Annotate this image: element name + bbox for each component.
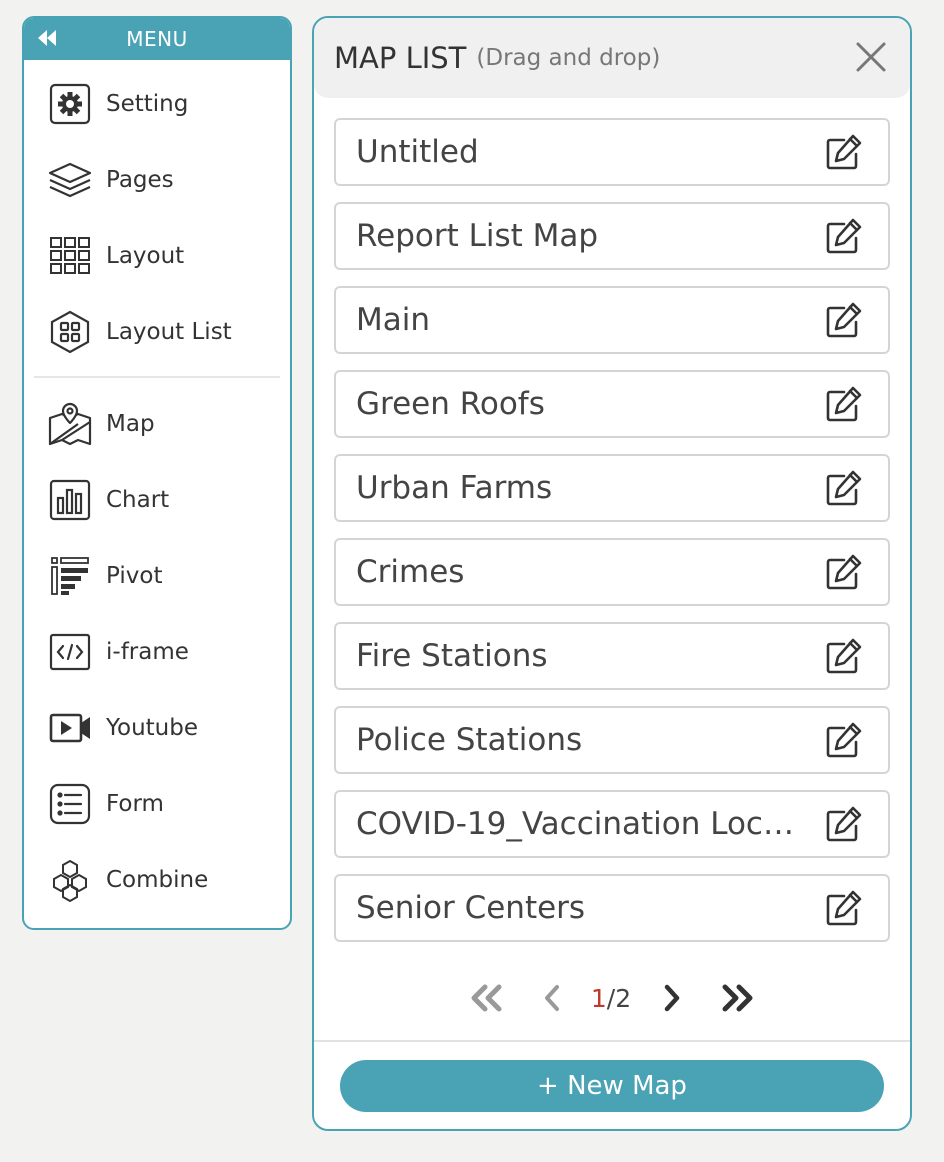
edit-icon[interactable] <box>824 300 864 340</box>
map-name: Fire Stations <box>356 638 548 674</box>
map-list-item[interactable]: Untitled <box>334 118 890 186</box>
menu-item-label: Pages <box>106 167 174 193</box>
map-list-subtitle: (Drag and drop) <box>476 45 661 71</box>
first-page-icon[interactable] <box>467 983 505 1013</box>
new-map-button[interactable]: + New Map <box>340 1060 884 1112</box>
grid-icon <box>48 234 92 278</box>
gear-icon <box>48 82 92 126</box>
prev-page-icon[interactable] <box>541 983 563 1013</box>
page-separator: / <box>606 983 616 1013</box>
map-list-item[interactable]: Urban Farms <box>334 454 890 522</box>
edit-icon[interactable] <box>824 804 864 844</box>
map-name: Senior Centers <box>356 890 586 926</box>
map-list-item[interactable]: Main <box>334 286 890 354</box>
double-chevron-left-icon[interactable] <box>36 28 58 48</box>
last-page-icon[interactable] <box>719 983 757 1013</box>
menu-item-label: i-frame <box>106 639 189 665</box>
bar-chart-icon <box>48 478 92 522</box>
menu-item-label: Layout <box>106 243 185 269</box>
map-list-header: MAP LIST (Drag and drop) <box>314 18 910 98</box>
layers-icon <box>48 158 92 202</box>
menu-item-label: Map <box>106 411 155 437</box>
map-name: Untitled <box>356 134 479 170</box>
hexagons-icon <box>48 858 92 902</box>
map-pin-icon <box>48 402 92 446</box>
map-list-panel: MAP LIST (Drag and drop) Untitled Report … <box>312 16 912 1131</box>
menu-divider <box>34 376 280 378</box>
map-list-item[interactable]: Senior Centers <box>334 874 890 942</box>
video-camera-icon <box>48 706 92 750</box>
edit-icon[interactable] <box>824 384 864 424</box>
map-list-items: Untitled Report List Map Main Green Roofs Ur… <box>314 98 910 942</box>
map-name: Main <box>356 302 431 338</box>
menu-item-layout[interactable]: Layout <box>24 218 290 294</box>
pagination: 1/2 <box>314 976 910 1020</box>
menu-item-chart[interactable]: Chart <box>24 462 290 538</box>
map-list-item[interactable]: Report List Map <box>334 202 890 270</box>
map-name: Police Stations <box>356 722 583 758</box>
edit-icon[interactable] <box>824 468 864 508</box>
close-icon[interactable] <box>854 40 888 74</box>
menu-item-combine[interactable]: Combine <box>24 842 290 918</box>
current-page: 1 <box>590 983 607 1013</box>
menu-item-label: Setting <box>106 91 189 117</box>
hexagon-grid-icon <box>48 310 92 354</box>
next-page-icon[interactable] <box>661 983 683 1013</box>
menu-item-youtube[interactable]: Youtube <box>24 690 290 766</box>
map-list-title: MAP LIST <box>334 41 467 75</box>
edit-icon[interactable] <box>824 636 864 676</box>
menu-title: MENU <box>126 27 188 51</box>
menu-item-label: Pivot <box>106 563 163 589</box>
menu-item-label: Chart <box>106 487 170 513</box>
edit-icon[interactable] <box>824 552 864 592</box>
map-list-item[interactable]: Green Roofs <box>334 370 890 438</box>
menu-list: Setting Pages Layout Layout List Map Cha… <box>24 60 290 918</box>
menu-item-pages[interactable]: Pages <box>24 142 290 218</box>
pivot-list-icon <box>48 554 92 598</box>
map-name: Crimes <box>356 554 465 590</box>
edit-icon[interactable] <box>824 132 864 172</box>
map-name: Report List Map <box>356 218 599 254</box>
menu-item-form[interactable]: Form <box>24 766 290 842</box>
menu-item-pivot[interactable]: Pivot <box>24 538 290 614</box>
total-pages: 2 <box>615 983 632 1013</box>
menu-item-map[interactable]: Map <box>24 386 290 462</box>
edit-icon[interactable] <box>824 888 864 928</box>
menu-item-label: Layout List <box>106 319 232 345</box>
menu-header: MENU <box>24 18 290 60</box>
menu-item-label: Form <box>106 791 164 817</box>
map-list-item[interactable]: Police Stations <box>334 706 890 774</box>
map-name: COVID-19_Vaccination Locations <box>356 806 824 842</box>
map-name: Green Roofs <box>356 386 545 422</box>
edit-icon[interactable] <box>824 720 864 760</box>
page-indicator: 1/2 <box>591 984 631 1013</box>
map-name: Urban Farms <box>356 470 553 506</box>
footer-divider <box>314 1040 910 1042</box>
edit-icon[interactable] <box>824 216 864 256</box>
map-list-item[interactable]: Crimes <box>334 538 890 606</box>
code-icon <box>48 630 92 674</box>
map-list-item[interactable]: COVID-19_Vaccination Locations <box>334 790 890 858</box>
map-list-item[interactable]: Fire Stations <box>334 622 890 690</box>
menu-item-label: Youtube <box>106 715 198 741</box>
form-list-icon <box>48 782 92 826</box>
menu-item-iframe[interactable]: i-frame <box>24 614 290 690</box>
menu-panel: MENU Setting Pages Layout Layout List Ma… <box>22 16 292 930</box>
menu-item-label: Combine <box>106 867 209 893</box>
menu-item-layout-list[interactable]: Layout List <box>24 294 290 370</box>
menu-item-setting[interactable]: Setting <box>24 66 290 142</box>
